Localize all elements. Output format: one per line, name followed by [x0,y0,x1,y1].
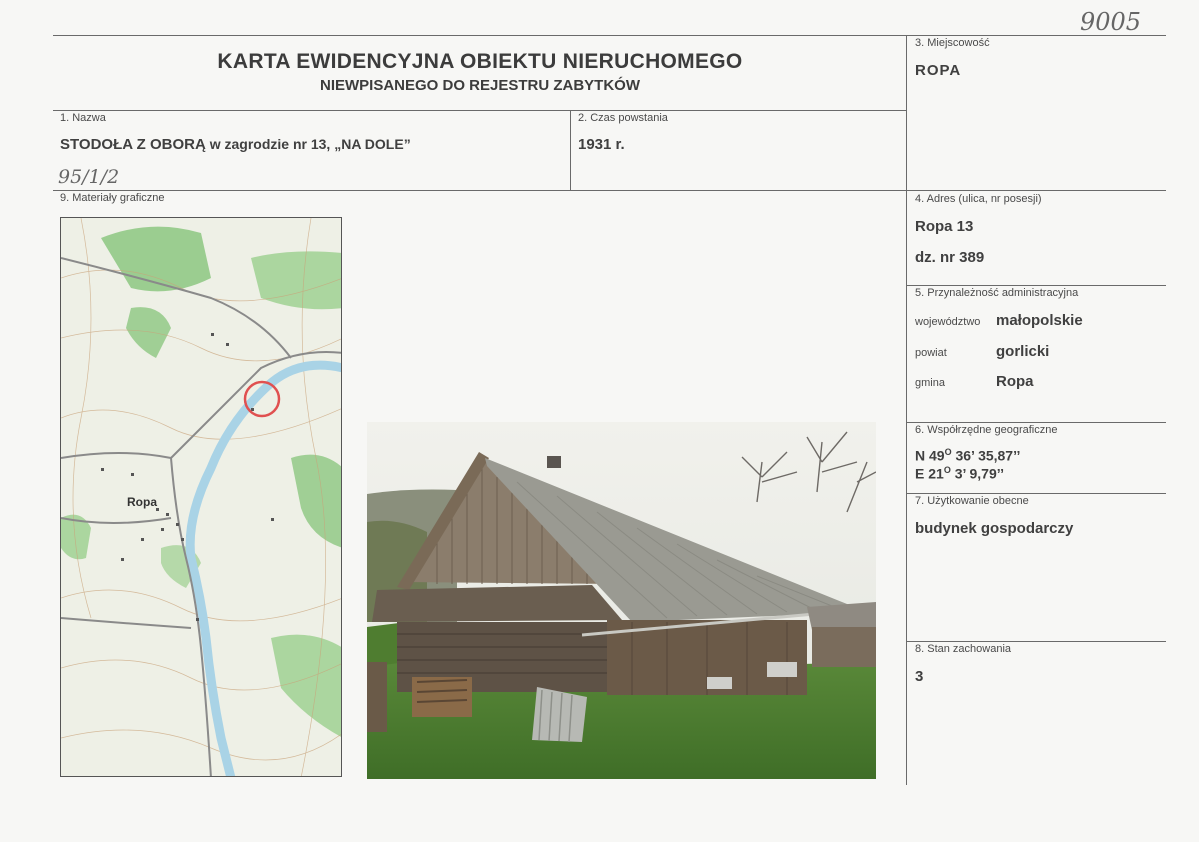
latitude-value: N 49O 36’ 35,87’’ [915,447,1020,464]
top-rule [53,35,1166,36]
latitude-degree-sign: O [944,447,952,457]
rule-6 [906,422,1166,423]
map-town-label: Ropa [127,495,157,509]
photo-drawing [367,422,876,779]
document-title: KARTA EWIDENCYJNA OBIEKTU NIERUCHOMEGO [217,50,743,73]
field-4-value-address: Ropa 13 [915,218,974,235]
field-4-value-plot: dz. nr 389 [915,249,985,266]
voivodeship-value: małopolskie [996,312,1083,329]
field-9-label: 9. Materiały graficzne [60,192,165,204]
fields-rule [53,190,1166,191]
header-rule [53,110,907,111]
latitude-minutes: 36’ 35,87’’ [951,447,1021,464]
field-1-value-rest: w zagrodzie nr 13, „NA DOLE” [205,136,411,152]
name-date-divider [570,110,571,190]
commune-label: gmina [915,377,945,389]
field-5-label: 5. Przynależność administracyjna [915,287,1079,299]
building-photo [367,422,876,779]
latitude-degrees: N 49 [915,447,945,464]
field-3-value: ROPA [915,62,962,79]
rule-8 [906,641,1166,642]
location-map: Ropa [60,217,342,777]
county-label: powiat [915,347,947,359]
field-2-value: 1931 r. [578,136,625,153]
longitude-value: E 21O 3’ 9,79’’ [915,465,1004,482]
field-3-label: 3. Miejscowość [915,37,990,49]
field-7-label: 7. Użytkowanie obecne [915,495,1029,507]
voivodeship-label: województwo [915,316,981,328]
longitude-degrees: E 21 [915,465,944,482]
handwritten-number: 9005 [1080,8,1142,36]
field-7-value: budynek gospodarczy [915,520,1074,537]
right-column-divider [906,35,907,785]
commune-value: Ropa [996,373,1034,390]
rule-7 [906,493,1166,494]
document-subtitle: NIEWPISANEGO DO REJESTRU ZABYTKÓW [319,77,641,94]
longitude-degree-sign: O [943,465,951,475]
county-value: gorlicki [996,343,1050,360]
field-2-label: 2. Czas powstania [578,112,668,124]
handwritten-note: 95/1/2 [58,166,120,188]
field-8-value: 3 [915,668,924,685]
longitude-minutes: 3’ 9,79’’ [950,465,1005,482]
rule-5 [906,285,1166,286]
field-1-value-main: STODOŁA Z OBORĄ [60,136,206,153]
field-1-value: STODOŁA Z OBORĄ w zagrodzie nr 13, „NA D… [60,136,411,153]
field-1-label: 1. Nazwa [60,112,106,124]
field-6-label: 6. Współrzędne geograficzne [915,424,1058,436]
field-4-label: 4. Adres (ulica, nr posesji) [915,193,1042,205]
map-drawing [61,218,341,776]
field-8-label: 8. Stan zachowania [915,643,1012,655]
